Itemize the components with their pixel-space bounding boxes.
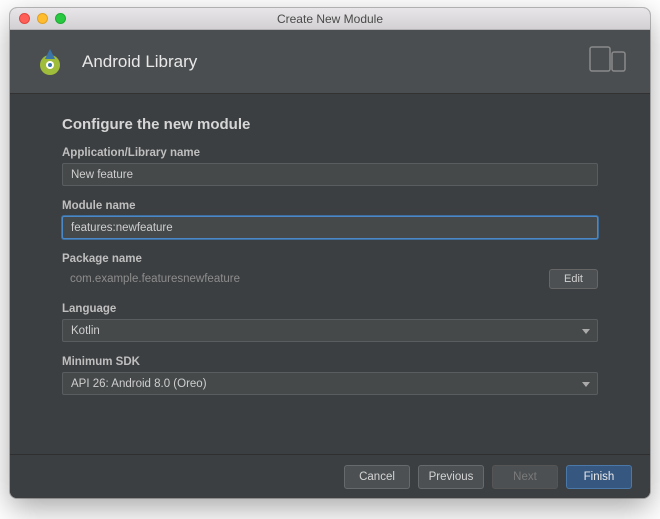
footer: Cancel Previous Next Finish: [10, 454, 650, 498]
field-application-name: Application/Library name: [62, 147, 598, 186]
header-title: Android Library: [82, 52, 588, 72]
cancel-button[interactable]: Cancel: [344, 465, 410, 489]
dialog-window: Create New Module Android Library Config…: [10, 8, 650, 498]
field-language: Language: [62, 303, 598, 342]
form-body: Configure the new module Application/Lib…: [10, 94, 650, 454]
field-min-sdk: Minimum SDK: [62, 356, 598, 395]
finish-button[interactable]: Finish: [566, 465, 632, 489]
package-name-label: Package name: [62, 253, 598, 265]
devices-icon: [588, 44, 628, 79]
section-title: Configure the new module: [62, 116, 598, 133]
module-name-input[interactable]: [62, 216, 598, 239]
edit-package-button[interactable]: Edit: [549, 269, 598, 289]
package-name-value: com.example.featuresnewfeature: [62, 269, 541, 289]
previous-button[interactable]: Previous: [418, 465, 484, 489]
next-button: Next: [492, 465, 558, 489]
app-name-label: Application/Library name: [62, 147, 598, 159]
titlebar: Create New Module: [10, 8, 650, 30]
header: Android Library: [10, 30, 650, 94]
app-name-input[interactable]: [62, 163, 598, 186]
android-studio-icon: [32, 44, 68, 80]
language-select[interactable]: [62, 319, 598, 342]
min-sdk-label: Minimum SDK: [62, 356, 598, 368]
field-module-name: Module name: [62, 200, 598, 239]
min-sdk-select[interactable]: [62, 372, 598, 395]
window-title: Create New Module: [10, 12, 650, 26]
language-label: Language: [62, 303, 598, 315]
field-package-name: Package name com.example.featuresnewfeat…: [62, 253, 598, 289]
module-name-label: Module name: [62, 200, 598, 212]
